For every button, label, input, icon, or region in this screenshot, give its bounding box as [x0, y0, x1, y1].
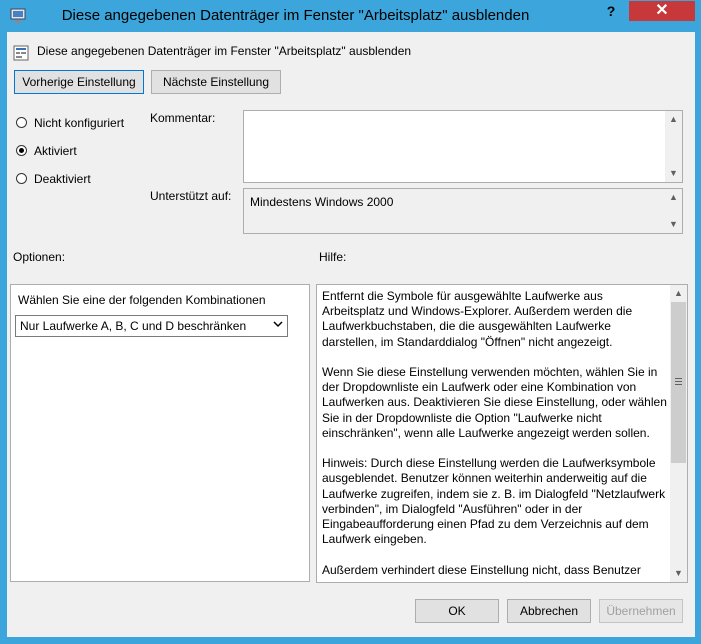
close-button[interactable]: ✕ [629, 1, 695, 21]
help-panel: Entfernt die Symbole für ausgewählte Lau… [316, 284, 688, 583]
options-panel: Wählen Sie eine der folgenden Kombinatio… [10, 284, 310, 582]
comment-textarea[interactable]: ▲ ▼ [243, 110, 683, 183]
radio-circle[interactable] [16, 173, 27, 184]
help-text: Entfernt die Symbole für ausgewählte Lau… [322, 289, 667, 577]
radio-label: Deaktiviert [34, 172, 91, 186]
thumb-grip-line [675, 381, 682, 382]
window-title: Diese angegebenen Datenträger im Fenster… [61, 7, 530, 24]
radio-circle-selected[interactable] [16, 145, 27, 156]
scroll-thumb[interactable] [671, 302, 686, 463]
scroll-up-arrow-icon[interactable]: ▲ [665, 189, 682, 206]
scroll-up-arrow-icon[interactable]: ▲ [665, 111, 682, 128]
radio-label: Nicht konfiguriert [34, 116, 125, 130]
comment-label: Kommentar: [150, 111, 216, 125]
scroll-up-arrow-icon[interactable]: ▲ [670, 285, 687, 302]
options-label: Optionen: [13, 250, 66, 264]
radio-circle[interactable] [16, 117, 27, 128]
scroll-down-arrow-icon[interactable]: ▼ [670, 565, 687, 582]
drive-combination-value: Nur Laufwerke A, B, C und D beschränken [20, 319, 247, 333]
thumb-grip-line [675, 384, 682, 385]
drive-combination-select[interactable]: Nur Laufwerke A, B, C und D beschränken [15, 315, 288, 337]
help-label: Hilfe: [319, 250, 347, 264]
policy-setting-dialog: Diese angegebenen Datenträger im Fenster… [0, 0, 701, 644]
supported-on-box: Mindestens Windows 2000 ▲ ▼ [243, 188, 683, 234]
cancel-button[interactable]: Abbrechen [507, 599, 591, 623]
scroll-down-arrow-icon[interactable]: ▼ [665, 216, 682, 233]
next-setting-button[interactable]: Nächste Einstellung [151, 70, 281, 94]
policy-editor-icon [10, 8, 26, 23]
radio-label: Aktiviert [34, 144, 77, 158]
options-prompt: Wählen Sie eine der folgenden Kombinatio… [18, 293, 266, 307]
help-button[interactable]: ? [597, 1, 625, 21]
radio-selected-dot [19, 148, 24, 153]
supported-scrollbar[interactable]: ▲ ▼ [665, 189, 682, 233]
ok-button[interactable]: OK [415, 599, 499, 623]
policy-title: Diese angegebenen Datenträger im Fenster… [37, 44, 412, 58]
comment-scrollbar[interactable]: ▲ ▼ [665, 111, 682, 182]
apply-button[interactable]: Übernehmen [599, 599, 683, 623]
policy-setting-icon [13, 45, 29, 61]
previous-setting-button[interactable]: Vorherige Einstellung [14, 70, 144, 94]
scroll-down-arrow-icon[interactable]: ▼ [665, 165, 682, 182]
chevron-down-icon[interactable] [273, 319, 283, 332]
title-bar[interactable]: Diese angegebenen Datenträger im Fenster… [0, 0, 701, 32]
supported-on-label: Unterstützt auf: [150, 189, 232, 203]
thumb-grip-line [675, 378, 682, 379]
help-scrollbar[interactable]: ▲ ▼ [670, 285, 687, 582]
dialog-client-area: Diese angegebenen Datenträger im Fenster… [7, 32, 695, 637]
supported-on-value: Mindestens Windows 2000 [250, 195, 394, 209]
